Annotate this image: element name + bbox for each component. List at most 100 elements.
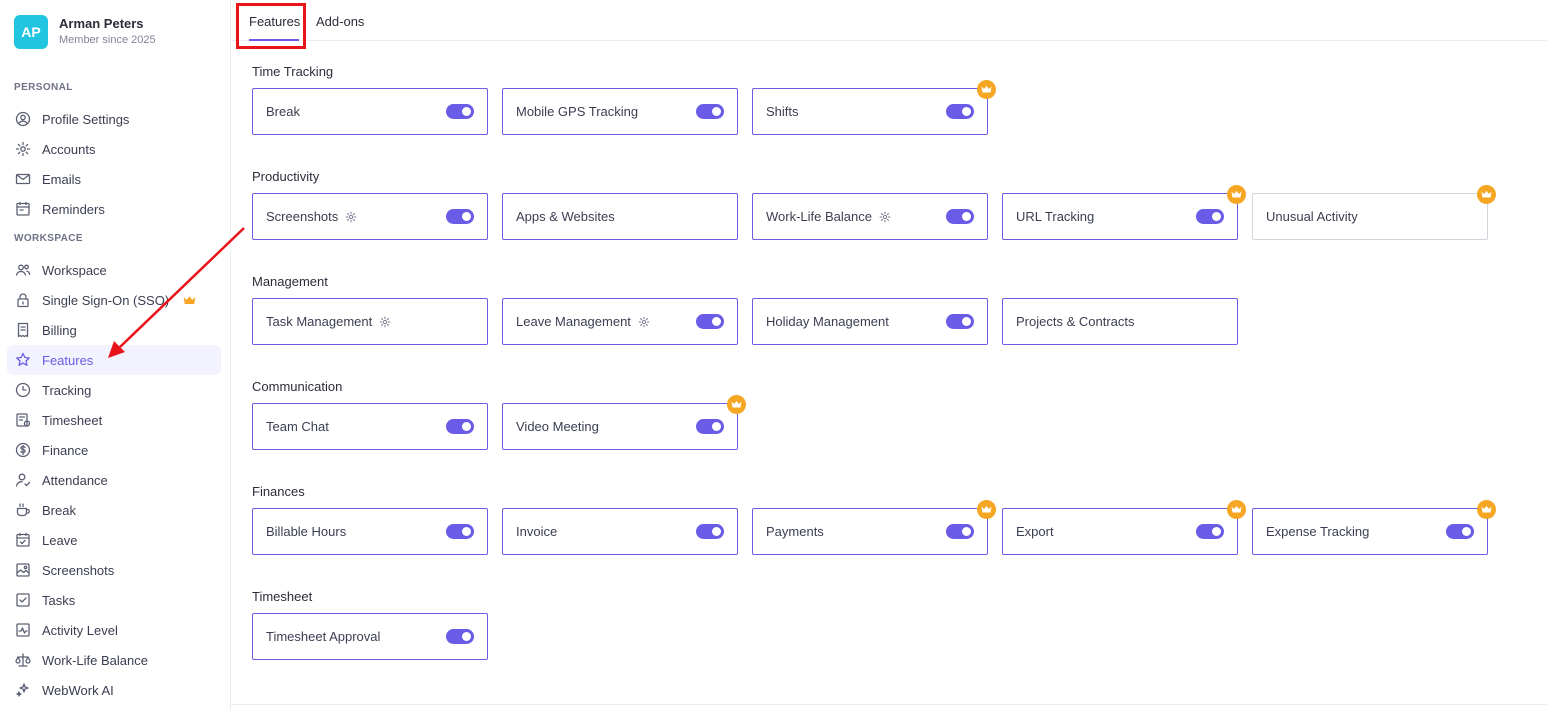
- feature-label: Work-Life Balance: [766, 209, 872, 224]
- toggle-knob: [962, 317, 971, 326]
- feature-toggle[interactable]: [946, 524, 974, 539]
- sidebar-item-finance[interactable]: Finance: [7, 435, 221, 465]
- premium-crown-icon: [977, 500, 996, 519]
- settings-gear-icon[interactable]: [879, 211, 891, 223]
- sidebar-item-tracking[interactable]: Tracking: [7, 375, 221, 405]
- feature-label: Task Management: [266, 314, 373, 329]
- feature-card-screenshots[interactable]: Screenshots: [252, 193, 488, 240]
- feature-toggle[interactable]: [446, 104, 474, 119]
- feature-toggle[interactable]: [696, 104, 724, 119]
- feature-card-invoice[interactable]: Invoice: [502, 508, 738, 555]
- sidebar-item-label: Tracking: [42, 382, 92, 398]
- calendar-check-icon: [15, 532, 31, 548]
- sidebar-item-work-life-balance[interactable]: Work-Life Balance: [7, 645, 221, 675]
- feature-toggle[interactable]: [1196, 209, 1224, 224]
- sidebar-item-features[interactable]: Features: [7, 345, 221, 375]
- sidebar-item-billing[interactable]: Billing: [7, 315, 221, 345]
- clock-icon: [15, 382, 31, 398]
- feature-toggle[interactable]: [696, 419, 724, 434]
- sidebar-item-workspace[interactable]: Workspace: [7, 255, 221, 285]
- avatar[interactable]: AP: [14, 15, 48, 49]
- group-title-finances: Finances: [252, 484, 305, 499]
- feature-card-leave-management[interactable]: Leave Management: [502, 298, 738, 345]
- sidebar-item-break[interactable]: Break: [7, 495, 221, 525]
- premium-crown-icon: [1477, 185, 1496, 204]
- feature-card-shifts[interactable]: Shifts: [752, 80, 996, 135]
- dollar-icon: [15, 442, 31, 458]
- feature-toggle[interactable]: [446, 419, 474, 434]
- task-icon: [15, 592, 31, 608]
- profile-text: Arman Peters Member since 2025: [59, 16, 156, 48]
- sidebar-item-label: Timesheet: [42, 412, 103, 428]
- feature-card-expense-tracking[interactable]: Expense Tracking: [1252, 500, 1496, 555]
- sidebar-item-reminders[interactable]: Reminders: [7, 194, 221, 224]
- lock-icon: [15, 292, 31, 308]
- tab-add-ons[interactable]: Add-ons: [316, 14, 364, 29]
- feature-label: Billable Hours: [266, 524, 347, 539]
- settings-gear-icon[interactable]: [345, 211, 357, 223]
- sidebar-item-label: Break: [42, 502, 76, 518]
- feature-label: Leave Management: [516, 314, 631, 329]
- feature-card-mobile-gps-tracking[interactable]: Mobile GPS Tracking: [502, 88, 738, 135]
- sidebar-item-timesheet[interactable]: Timesheet: [7, 405, 221, 435]
- sidebar-item-webwork-ai[interactable]: WebWork AI: [7, 675, 221, 705]
- sidebar-item-leave[interactable]: Leave: [7, 525, 221, 555]
- feature-card-break[interactable]: Break: [252, 88, 488, 135]
- toggle-knob: [1212, 212, 1221, 221]
- feature-toggle[interactable]: [696, 524, 724, 539]
- sidebar-item-label: Attendance: [42, 472, 108, 488]
- sidebar-item-accounts[interactable]: Accounts: [7, 134, 221, 164]
- feature-card-unusual-activity[interactable]: Unusual Activity: [1252, 185, 1496, 240]
- sidebar-item-activity-level[interactable]: Activity Level: [7, 615, 221, 645]
- sidebar-item-label: Emails: [42, 171, 82, 187]
- user-profile[interactable]: AP Arman Peters Member since 2025: [14, 15, 156, 49]
- toggle-knob: [962, 212, 971, 221]
- toggle-knob: [462, 107, 471, 116]
- feature-label: Export: [1016, 524, 1054, 539]
- feature-toggle[interactable]: [1196, 524, 1224, 539]
- feature-card-export[interactable]: Export: [1002, 500, 1246, 555]
- feature-toggle[interactable]: [946, 314, 974, 329]
- feature-toggle[interactable]: [446, 629, 474, 644]
- settings-gear-icon[interactable]: [379, 316, 391, 328]
- feature-label: Invoice: [516, 524, 558, 539]
- feature-toggle[interactable]: [446, 209, 474, 224]
- cup-icon: [15, 502, 31, 518]
- sidebar-item-attendance[interactable]: Attendance: [7, 465, 221, 495]
- feature-label: Timesheet Approval: [266, 629, 381, 644]
- sidebar-item-tasks[interactable]: Tasks: [7, 585, 221, 615]
- feature-toggle[interactable]: [946, 104, 974, 119]
- feature-card-timesheet-approval[interactable]: Timesheet Approval: [252, 613, 488, 660]
- feature-card-task-management[interactable]: Task Management: [252, 298, 488, 345]
- feature-label: Holiday Management: [766, 314, 889, 329]
- sidebar-item-emails[interactable]: Emails: [7, 164, 221, 194]
- toggle-knob: [1212, 527, 1221, 536]
- feature-toggle[interactable]: [696, 314, 724, 329]
- feature-label: Break: [266, 104, 300, 119]
- feature-card-billable-hours[interactable]: Billable Hours: [252, 508, 488, 555]
- sidebar-item-label: Workspace: [42, 262, 107, 278]
- mail-icon: [15, 171, 31, 187]
- sidebar-item-label: Screenshots: [42, 562, 115, 578]
- feature-card-apps-websites[interactable]: Apps & Websites: [502, 193, 738, 240]
- sparkle-icon: [15, 682, 31, 698]
- feature-toggle[interactable]: [1446, 524, 1474, 539]
- feature-toggle[interactable]: [446, 524, 474, 539]
- sidebar-item-screenshots[interactable]: Screenshots: [7, 555, 221, 585]
- feature-card-url-tracking[interactable]: URL Tracking: [1002, 185, 1246, 240]
- group-title-time-tracking: Time Tracking: [252, 64, 334, 79]
- feature-card-projects-contracts[interactable]: Projects & Contracts: [1002, 298, 1238, 345]
- toggle-knob: [712, 527, 721, 536]
- feature-card-work-life-balance[interactable]: Work-Life Balance: [752, 193, 988, 240]
- settings-gear-icon[interactable]: [638, 316, 650, 328]
- feature-card-video-meeting[interactable]: Video Meeting: [502, 395, 746, 450]
- sidebar-item-single-sign-on-sso[interactable]: Single Sign-On (SSO): [7, 285, 221, 315]
- feature-toggle[interactable]: [946, 209, 974, 224]
- sidebar-item-profile-settings[interactable]: Profile Settings: [7, 104, 221, 134]
- feature-card-team-chat[interactable]: Team Chat: [252, 403, 488, 450]
- feature-card-payments[interactable]: Payments: [752, 500, 996, 555]
- toggle-knob: [462, 422, 471, 431]
- group-title-productivity: Productivity: [252, 169, 320, 184]
- feature-card-holiday-management[interactable]: Holiday Management: [752, 298, 988, 345]
- sidebar-item-label: Work-Life Balance: [42, 652, 148, 668]
